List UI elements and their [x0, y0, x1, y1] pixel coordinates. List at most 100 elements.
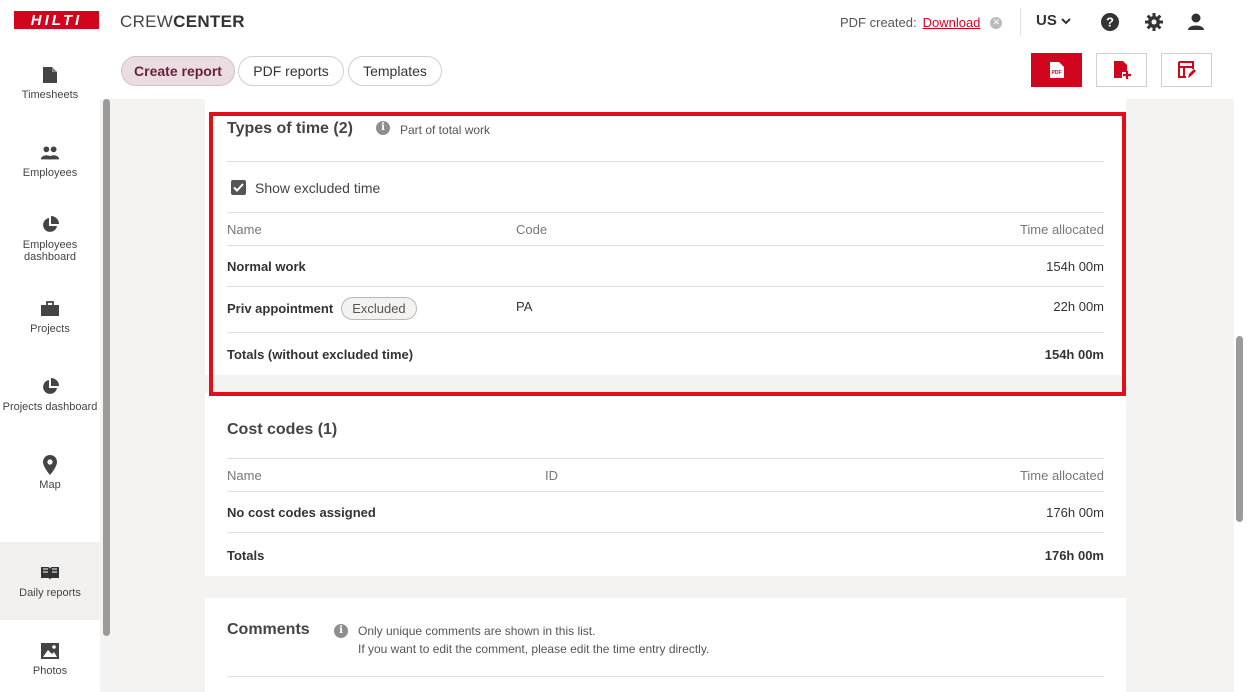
row-name: Priv appointment — [227, 301, 334, 316]
types-of-time-card: Types of time (2) i Part of total work S… — [205, 99, 1126, 375]
divider — [227, 491, 1104, 492]
create-pdf-button[interactable]: PDF — [1031, 53, 1082, 87]
sidebar-item-timesheets[interactable]: Timesheets — [0, 44, 100, 122]
divider — [227, 676, 1104, 677]
row-time: 22h 00m — [1053, 299, 1104, 314]
col-time: Time allocated — [1019, 222, 1104, 237]
comments-card: Comments i Only unique comments are show… — [205, 598, 1126, 692]
pie-chart-icon — [40, 215, 60, 235]
top-header: HILTI CREWCENTER PDF created: Download ✕… — [0, 0, 1248, 44]
briefcase-icon — [40, 299, 60, 319]
pie-chart-icon — [40, 377, 60, 397]
cost-codes-title: Cost codes (1) — [227, 421, 338, 438]
info-icon[interactable]: i — [376, 121, 390, 135]
col-time: Time allocated — [1019, 468, 1104, 483]
table-row[interactable]: Priv appointment Excluded PA 22h 00m — [227, 297, 1104, 323]
divider — [227, 245, 1104, 246]
hint-line-1: Only unique comments are shown in this l… — [358, 624, 596, 638]
divider — [227, 212, 1104, 213]
file-plus-icon — [1113, 61, 1131, 79]
totals-value: 176h 00m — [1044, 548, 1104, 563]
pin-icon — [40, 455, 60, 475]
col-code: Code — [516, 222, 548, 237]
report-tabs: Create report PDF reports Templates PDF — [114, 44, 1248, 99]
image-icon — [40, 641, 60, 661]
app-title: CREWCENTER — [120, 12, 245, 32]
col-name: Name — [227, 222, 262, 237]
sidebar-item-label: Projects — [30, 323, 70, 335]
main-scrollbar[interactable] — [1236, 336, 1243, 522]
pdf-file-icon: PDF — [1049, 62, 1064, 78]
show-excluded-label[interactable]: Show excluded time — [255, 180, 1104, 196]
sidebar-item-projects[interactable]: Projects — [0, 278, 100, 356]
hint-text: Part of total work — [400, 123, 491, 137]
sidebar-item-label: Map — [39, 479, 61, 491]
excluded-badge: Excluded — [341, 297, 417, 320]
hint-text: Only unique comments are shown in this l… — [358, 622, 709, 658]
edit-template-button[interactable] — [1161, 53, 1212, 87]
sidebar-item-label: Projects dashboard — [2, 401, 98, 413]
totals-value: 154h 00m — [1044, 347, 1104, 362]
show-excluded-checkbox[interactable] — [231, 180, 246, 195]
col-id: ID — [545, 468, 558, 483]
template-edit-icon — [1177, 61, 1196, 78]
header-divider — [1020, 8, 1021, 36]
book-icon — [40, 563, 60, 583]
tab-pdf-reports[interactable]: PDF reports — [238, 56, 344, 86]
sidebar-item-map[interactable]: Map — [0, 434, 100, 512]
sidebar-item-projects-dashboard[interactable]: Projects dashboard — [0, 356, 100, 434]
hint-line-2: If you want to edit the comment, please … — [358, 642, 710, 656]
gear-icon[interactable] — [1144, 12, 1164, 32]
divider — [227, 161, 1104, 162]
sidebar-item-employees[interactable]: Employees — [0, 122, 100, 200]
row-name-cell: Priv appointment Excluded — [227, 297, 417, 320]
row-time: 154h 00m — [1046, 259, 1104, 274]
divider — [227, 458, 1104, 459]
region-selector[interactable]: US — [1036, 12, 1071, 29]
col-name: Name — [227, 468, 262, 483]
user-icon[interactable] — [1186, 12, 1206, 32]
brand-light: CREW — [120, 12, 174, 31]
main-content: Types of time (2) i Part of total work S… — [114, 99, 1234, 692]
info-icon[interactable]: i — [334, 624, 348, 638]
add-file-button[interactable] — [1096, 53, 1147, 87]
svg-text:PDF: PDF — [1051, 70, 1061, 76]
pdf-download-link[interactable]: Download — [923, 15, 981, 30]
sidebar-item-label: Daily reports — [19, 587, 81, 599]
cost-codes-card: Cost codes (1) Name ID Time allocated No… — [205, 393, 1126, 576]
sidebar: Timesheets Employees Employees dashboard… — [0, 44, 100, 692]
close-icon[interactable]: ✕ — [990, 16, 1003, 29]
comments-title: Comments — [227, 621, 310, 638]
sidebar-scrollbar[interactable] — [103, 99, 110, 636]
row-code: PA — [516, 299, 533, 314]
sidebar-item-daily-reports[interactable]: Daily reports — [0, 542, 100, 620]
svg-text:?: ? — [1106, 15, 1114, 30]
tab-templates[interactable]: Templates — [348, 56, 442, 86]
pdf-status: PDF created: Download ✕ — [840, 15, 1003, 30]
sidebar-item-employees-dashboard[interactable]: Employees dashboard — [0, 200, 100, 278]
comments-hint: i Only unique comments are shown in this… — [334, 622, 709, 658]
types-of-time-title: Types of time (2) — [227, 120, 353, 137]
sidebar-item-label: Employees dashboard — [22, 239, 78, 263]
types-of-time-hint: i Part of total work — [376, 121, 490, 139]
row-name: Normal work — [227, 259, 306, 274]
logo-text: HILTI — [30, 11, 83, 29]
pdf-status-label: PDF created: — [840, 15, 917, 30]
tab-create-report[interactable]: Create report — [121, 56, 235, 86]
checkmark-icon — [233, 183, 244, 192]
row-time: 176h 00m — [1046, 505, 1104, 520]
divider — [227, 532, 1104, 533]
row-name: No cost codes assigned — [227, 505, 376, 520]
people-icon — [40, 143, 60, 163]
hilti-logo[interactable]: HILTI — [14, 11, 99, 29]
sidebar-item-label: Timesheets — [21, 89, 79, 101]
help-icon[interactable]: ? — [1100, 12, 1120, 32]
totals-label: Totals (without excluded time) — [227, 347, 414, 362]
file-icon — [40, 65, 60, 85]
sidebar-item-photos[interactable]: Photos — [0, 620, 100, 692]
divider — [227, 286, 1104, 287]
chevron-down-icon — [1061, 17, 1071, 24]
divider — [227, 332, 1104, 333]
brand-bold: CENTER — [173, 12, 245, 31]
region-label: US — [1036, 12, 1057, 29]
